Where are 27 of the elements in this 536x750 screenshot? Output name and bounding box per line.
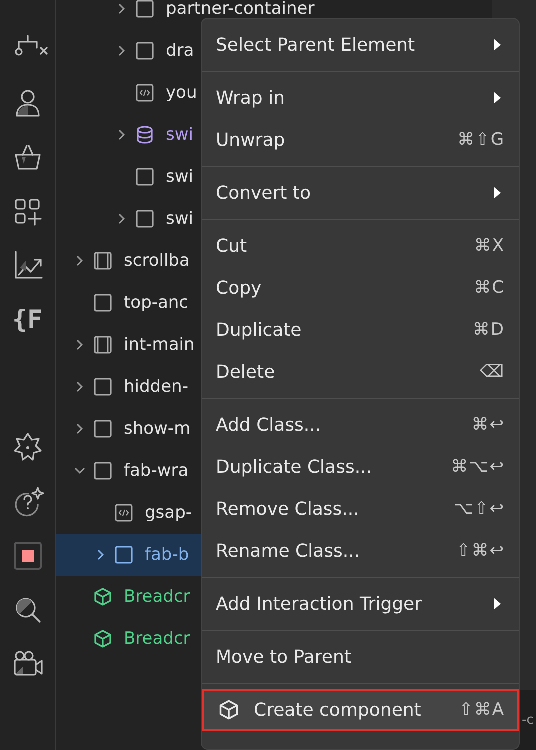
layer-name: fab-wra: [124, 462, 189, 480]
layer-name: Breadcr: [124, 588, 190, 606]
layer-name: hidden-: [124, 378, 188, 396]
layer-name: swi: [166, 126, 194, 144]
shortcut-text: ⌘↩: [472, 415, 505, 435]
layer-name: scrollba: [124, 252, 190, 270]
shortcut-text: ⇧⌘↩: [456, 541, 505, 561]
panel-text: -c: [521, 712, 534, 728]
shortcut-text: ⌘⌥↩: [451, 457, 505, 477]
layer-name: swi: [166, 210, 194, 228]
layer-name: swi: [166, 168, 194, 186]
shortcut-text: ⌘D: [472, 320, 505, 340]
layer-name: Breadcr: [124, 630, 190, 648]
shortcut-text: ⇧⌘A: [459, 700, 505, 720]
shortcut-text: ⌘X: [474, 236, 505, 256]
layer-name: fab-b: [145, 546, 190, 564]
shortcut-text: ⌥⇧↩: [454, 499, 505, 519]
layer-name: int-main: [124, 336, 195, 354]
shortcut-text: ⌘⇧G: [458, 130, 505, 150]
shortcut-text: ⌘C: [474, 278, 505, 298]
layer-name: partner-container: [166, 0, 315, 18]
layer-name: top-anc: [124, 294, 189, 312]
layer-name: you: [166, 84, 198, 102]
layer-name: show-m: [124, 420, 191, 438]
layer-name: gsap-: [145, 504, 192, 522]
shortcut-text: ⌫: [480, 362, 505, 382]
layer-name: dra: [166, 42, 194, 60]
